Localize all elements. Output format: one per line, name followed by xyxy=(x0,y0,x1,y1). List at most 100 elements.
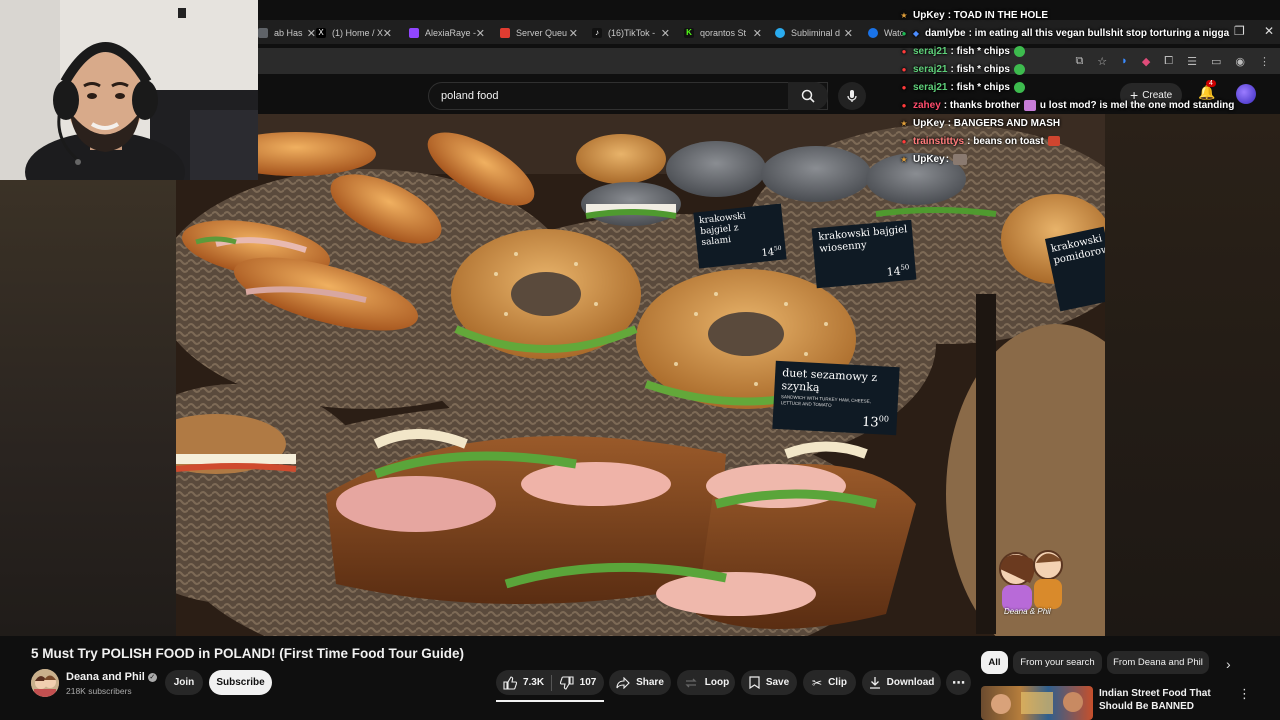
price-sign: krakowski bajgiel z salami 1450 xyxy=(693,203,787,269)
share-arrow-icon xyxy=(616,676,630,689)
tab-label: (16)TikTok - xyxy=(608,28,656,38)
chat-text: : thanks brother xyxy=(943,99,1020,111)
download-label: Download xyxy=(886,677,935,688)
save-button[interactable]: Save xyxy=(741,670,797,695)
dislike-count: 107 xyxy=(579,677,597,688)
like-ratio-bar xyxy=(496,700,604,702)
browser-tab[interactable]: K qorantos St ✕ xyxy=(684,24,762,42)
channel-watermark: Deana & Phil xyxy=(986,539,1076,629)
chat-emote-icon xyxy=(1013,81,1025,93)
chat-emote-icon xyxy=(1023,99,1036,111)
recommended-thumbnail[interactable] xyxy=(981,686,1093,720)
subscribe-button[interactable]: Subscribe xyxy=(209,670,272,695)
chat-message: ● ◆ damlybe : im eating all this vegan b… xyxy=(898,24,1280,42)
voice-search-button[interactable] xyxy=(838,82,866,110)
chat-text: : im eating all this vegan bullshit stop… xyxy=(968,27,1230,39)
tab-label: Subliminal d xyxy=(791,28,841,38)
chat-badge-icon: ● xyxy=(901,46,907,56)
subscribe-label: Subscribe xyxy=(216,677,265,688)
search-input[interactable]: poland food xyxy=(441,90,499,102)
chat-text: : TOAD IN THE HOLE xyxy=(947,9,1049,21)
chat-username: UpKey xyxy=(913,153,945,165)
chevron-right-icon[interactable]: › xyxy=(1226,656,1231,672)
tab-label: qorantos St xyxy=(700,28,747,38)
chat-emote-icon xyxy=(1013,63,1025,75)
video-title: 5 Must Try POLISH FOOD in POLAND! (First… xyxy=(31,646,465,661)
sign-description: SANDWICH WITH TURKEY HAM, CHEESE, LETTUC… xyxy=(780,394,872,408)
browser-tab[interactable]: ♪ (16)TikTok - ✕ xyxy=(592,24,670,42)
chat-message: ★ UpKey : TOAD IN THE HOLE xyxy=(898,6,1280,24)
browser-tab[interactable]: X (1) Home / X ✕ xyxy=(316,24,392,42)
tab-close-icon[interactable]: ✕ xyxy=(844,27,853,40)
chat-username: seraj21 xyxy=(913,63,948,75)
search-button[interactable] xyxy=(788,82,828,110)
dislike-button[interactable]: 107 xyxy=(552,670,604,695)
search-box[interactable]: poland food ✕ xyxy=(428,82,828,110)
youtube-favicon-icon xyxy=(500,28,510,38)
save-label: Save xyxy=(765,677,790,688)
chat-emote-icon xyxy=(1047,136,1060,146)
x-logo-icon: X xyxy=(316,28,326,38)
chat-username: trainstittys xyxy=(913,135,965,147)
chip-all[interactable]: All xyxy=(981,651,1008,674)
tab-close-icon[interactable]: ✕ xyxy=(307,27,316,40)
price-sign: duet sezamowy z szynką SANDWICH WITH TUR… xyxy=(772,360,900,436)
sign-title: krakowski bajgiel z salami xyxy=(698,211,747,249)
price-sign: krakowski bajgiel wiosenny 1450 xyxy=(811,219,917,289)
join-button[interactable]: Join xyxy=(165,670,203,695)
chip-label: From Deana and Phil xyxy=(1113,657,1203,668)
loop-label: Loop xyxy=(704,677,730,688)
download-button[interactable]: Download xyxy=(862,670,941,695)
more-vertical-icon[interactable]: ⋮ xyxy=(1238,686,1251,702)
chat-text: : xyxy=(945,153,950,165)
chat-username: UpKey xyxy=(913,117,945,129)
tab-close-icon[interactable]: ✕ xyxy=(569,27,578,40)
chat-text: : fish * chips xyxy=(950,45,1010,57)
like-count: 7.3K xyxy=(522,677,545,688)
sign-title: krakowski pomidorowy xyxy=(1050,233,1105,267)
chat-badge-icon: ★ xyxy=(900,10,908,20)
browser-tab[interactable]: AlexiaRaye - ✕ xyxy=(409,24,485,42)
tab-close-icon[interactable]: ✕ xyxy=(753,27,762,40)
download-icon xyxy=(869,677,880,689)
chat-message: ★ UpKey : xyxy=(898,150,1280,168)
channel-avatar[interactable] xyxy=(31,669,59,697)
browser-tab[interactable]: ab Has ✕ xyxy=(258,24,316,42)
chat-text: u lost mod? is mel the one mod standing xyxy=(1039,99,1235,111)
sign-title: duet sezamowy z szynką xyxy=(781,366,878,395)
tab-favicon-icon xyxy=(868,28,878,38)
chat-badge-icon: ● xyxy=(901,82,907,92)
clip-button[interactable]: ✂ Clip xyxy=(803,670,856,695)
channel-name[interactable]: Deana and Phil ✓ xyxy=(66,671,157,683)
sign-title: krakowski bajgiel wiosenny xyxy=(817,224,908,255)
watermark-text: Deana & Phil xyxy=(1004,607,1051,616)
tab-close-icon[interactable]: ✕ xyxy=(661,27,670,40)
chip-from-your-search[interactable]: From your search xyxy=(1013,651,1102,674)
tiktok-logo-icon: ♪ xyxy=(592,28,602,38)
chip-label: From your search xyxy=(1020,657,1095,668)
twitch-logo-icon xyxy=(409,28,419,38)
loop-button[interactable]: Loop xyxy=(677,670,735,695)
tab-close-icon[interactable]: ✕ xyxy=(383,27,392,40)
chip-from-channel[interactable]: From Deana and Phil xyxy=(1107,651,1209,674)
chat-text: : fish * chips xyxy=(950,63,1010,75)
like-button[interactable]: 7.3K xyxy=(496,670,551,695)
recommended-title[interactable]: Indian Street Food That Should Be BANNED xyxy=(1099,687,1234,713)
channel-name-text[interactable]: Deana and Phil xyxy=(66,671,145,683)
scissors-icon: ✂ xyxy=(812,675,823,690)
webcam-overlay xyxy=(0,0,258,180)
share-button[interactable]: Share xyxy=(609,670,671,695)
tab-close-icon[interactable]: ✕ xyxy=(476,27,485,40)
chat-emote-icon xyxy=(953,153,968,165)
chat-username: seraj21 xyxy=(913,81,948,93)
tab-label: (1) Home / X xyxy=(332,28,384,38)
video-player[interactable]: krakowski bajgiel z salami 1450 krakowsk… xyxy=(176,114,1105,636)
verified-check-icon: ✓ xyxy=(147,673,157,682)
streamer-webcam xyxy=(0,0,258,180)
chat-username: damlybe xyxy=(925,27,966,39)
more-actions-button[interactable]: ⋯ xyxy=(946,670,971,695)
browser-tab[interactable]: Subliminal d ✕ xyxy=(775,24,853,42)
kick-logo-icon: K xyxy=(684,28,694,38)
chat-message: ● seraj21 : fish * chips xyxy=(898,42,1280,60)
browser-tab[interactable]: Server Queu ✕ xyxy=(500,24,578,42)
